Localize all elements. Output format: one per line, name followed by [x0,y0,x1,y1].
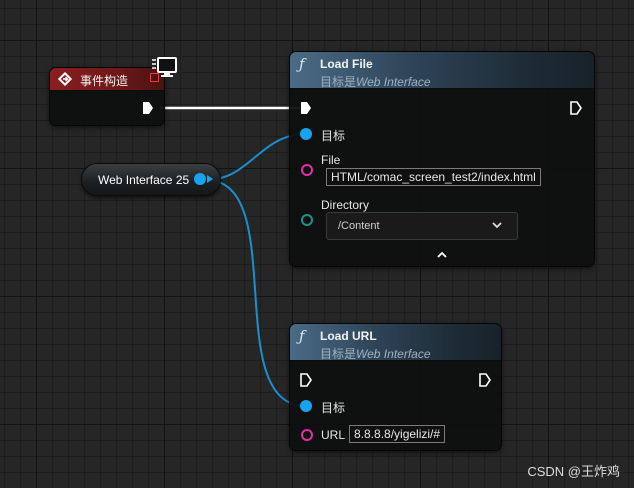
load-file-directory-label: Directory [321,198,370,212]
event-diamond-icon [58,72,72,86]
load-url-exec-out-pin[interactable] [479,373,491,387]
subtitle-prefix: 目标是 [320,75,357,89]
variable-out-pin[interactable] [194,173,206,185]
load-url-target-pin[interactable] [300,400,312,412]
load-url-exec-in-pin[interactable] [300,373,312,387]
load-file-exec-out-pin[interactable] [570,101,582,115]
load-file-directory-pin[interactable] [301,214,313,226]
subtitle-target: Web Interface [356,347,431,361]
load-url-target-label: 目标 [321,401,346,415]
load-file-file-pin[interactable] [301,164,313,176]
directory-value: /Content [338,220,380,232]
watermark: CSDN @王炸鸡 [527,464,620,479]
load-file-exec-in-pin[interactable] [300,101,312,115]
pin-arrow-icon [207,175,213,183]
load-file-file-input[interactable]: HTML/comac_screen_test2/index.html [326,168,541,186]
load-url-title: Load URL [320,329,377,343]
load-url-url-label: URL [321,428,346,442]
chevron-down-icon [492,222,502,229]
variable-label: Web Interface 25 [98,173,190,187]
load-file-header: ƒ Load File 目标是Web Interface [290,52,594,89]
load-url-url-input[interactable]: 8.8.8.8/yigelizi/# [349,425,446,443]
chevron-up-icon[interactable] [437,251,447,258]
function-icon: ƒ [299,55,305,73]
load-file-file-label: File [321,153,341,167]
load-url-url-pin[interactable] [301,429,313,441]
load-file-subtitle: 目标是Web Interface [320,73,431,90]
event-node-title: 事件构造 [80,74,129,88]
monitor-server-icon [152,57,177,77]
load-file-target-label: 目标 [321,129,346,143]
load-file-node[interactable]: ƒ Load File 目标是Web Interface 目标 File HTM… [290,52,594,266]
subtitle-prefix: 目标是 [320,347,357,361]
load-url-subtitle: 目标是Web Interface [320,345,431,362]
subtitle-target: Web Interface [356,75,431,89]
event-exec-out-pin[interactable] [142,101,154,115]
load-file-target-pin[interactable] [300,128,312,140]
function-icon: ƒ [299,327,305,345]
load-file-title: Load File [320,57,373,71]
event-construct-node[interactable]: 事件构造 [50,68,164,125]
load-file-directory-dropdown[interactable]: /Content [326,212,518,240]
event-node-header: 事件构造 [50,68,164,91]
load-url-header: ƒ Load URL 目标是Web Interface [290,324,501,361]
web-interface-variable-node[interactable]: Web Interface 25 [82,164,220,195]
load-url-node[interactable]: ƒ Load URL 目标是Web Interface 目标 URL 8.8.8… [290,324,501,450]
